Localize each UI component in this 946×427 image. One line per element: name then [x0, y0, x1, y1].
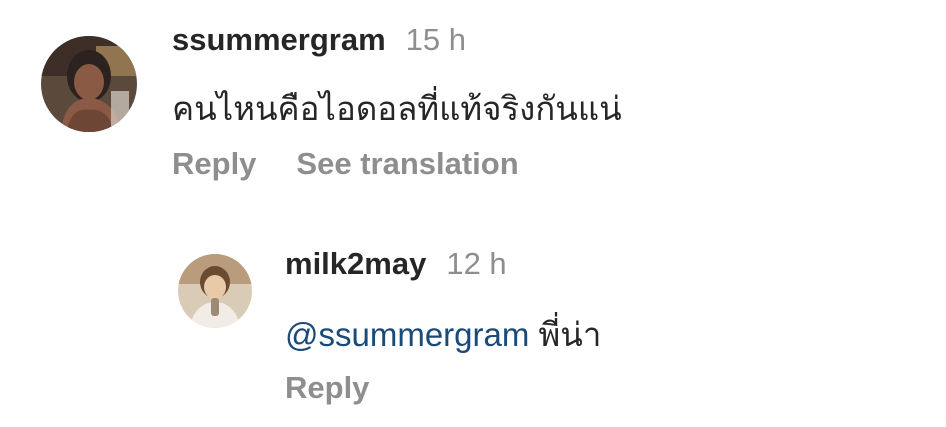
avatar[interactable] [41, 36, 137, 132]
reply-button[interactable]: Reply [172, 146, 256, 181]
username[interactable]: milk2may [285, 246, 426, 281]
comment-actions: Reply [285, 370, 369, 406]
comment-actions: Reply See translation [172, 146, 519, 182]
comment-meta: ssummergram 15 h [172, 22, 466, 58]
person-photo-avatar-icon [178, 254, 252, 328]
username[interactable]: ssummergram [172, 22, 386, 57]
comment-text: คนไหนคือไอดอลที่แท้จริงกันแน่ [172, 90, 622, 127]
comment-text-body: พี่น่า [538, 316, 602, 353]
avatar[interactable] [178, 254, 252, 328]
comment-meta: milk2may 12 h [285, 246, 507, 282]
mention-link[interactable]: @ssummergram [285, 316, 529, 353]
timestamp: 12 h [446, 246, 507, 281]
timestamp: 15 h [405, 22, 466, 57]
see-translation-button[interactable]: See translation [296, 146, 518, 181]
anime-character-avatar-icon [41, 36, 137, 132]
reply-button[interactable]: Reply [285, 370, 369, 405]
comment-text: @ssummergram พี่น่า [285, 308, 601, 361]
